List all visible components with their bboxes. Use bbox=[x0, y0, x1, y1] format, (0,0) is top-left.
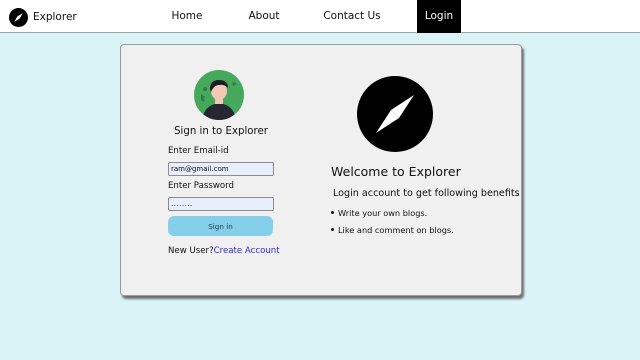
benefits-title: Login account to get following benefits bbox=[333, 188, 520, 199]
bullet-icon bbox=[331, 211, 334, 214]
password-field[interactable] bbox=[168, 197, 274, 211]
benefits-list: Write your own blogs. Like and comment o… bbox=[331, 207, 454, 241]
email-label: Enter Email-id bbox=[168, 146, 229, 156]
login-card: Sign in to Explorer Enter Email-id Enter… bbox=[120, 44, 522, 296]
password-label: Enter Password bbox=[168, 181, 234, 191]
bullet-icon bbox=[331, 228, 334, 231]
new-user-text: New User? bbox=[168, 246, 214, 256]
top-navbar: Explorer Home About Contact Us Login bbox=[0, 0, 640, 33]
signin-title: Sign in to Explorer bbox=[174, 126, 268, 137]
new-user-row: New User?Create Account bbox=[168, 246, 280, 256]
nav-about-link[interactable]: About bbox=[244, 0, 284, 33]
brand[interactable]: Explorer bbox=[9, 7, 77, 27]
brand-name: Explorer bbox=[33, 11, 77, 23]
benefit-text: Like and comment on blogs. bbox=[338, 225, 454, 235]
compass-icon bbox=[357, 76, 433, 152]
nav-login-link[interactable]: Login bbox=[417, 0, 461, 33]
benefit-item: Write your own blogs. bbox=[331, 207, 454, 224]
signin-button[interactable]: Sign in bbox=[168, 216, 273, 236]
welcome-title: Welcome to Explorer bbox=[331, 164, 461, 179]
benefit-text: Write your own blogs. bbox=[338, 208, 428, 218]
email-field[interactable] bbox=[168, 162, 274, 176]
create-account-link[interactable]: Create Account bbox=[214, 246, 280, 256]
user-avatar-icon bbox=[194, 70, 244, 120]
nav-contact-link[interactable]: Contact Us bbox=[322, 0, 382, 33]
nav-home-link[interactable]: Home bbox=[166, 0, 208, 33]
compass-icon bbox=[9, 7, 28, 27]
benefit-item: Like and comment on blogs. bbox=[331, 224, 454, 241]
